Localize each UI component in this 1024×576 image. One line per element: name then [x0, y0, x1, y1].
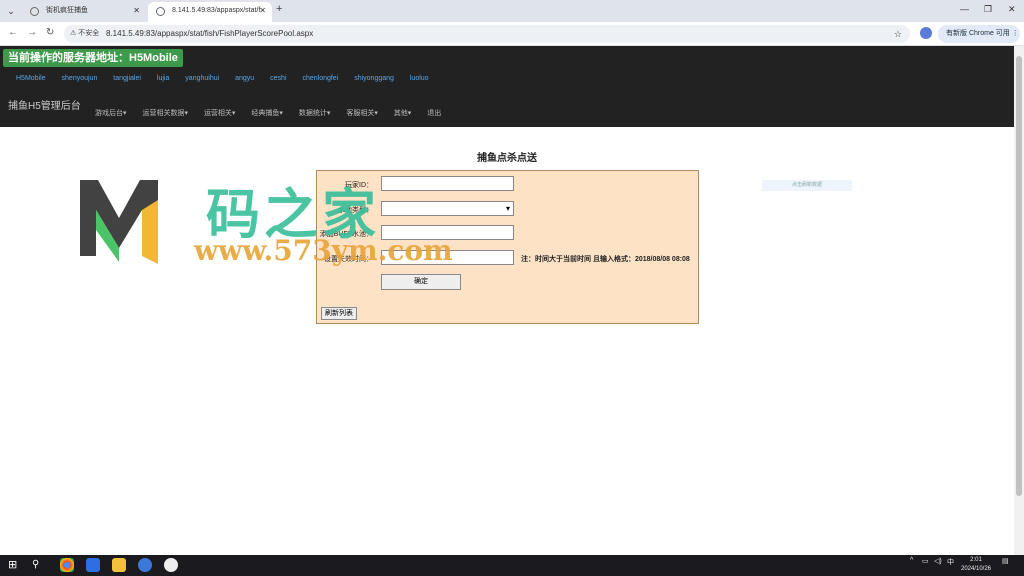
server-list: H5Mobile shenyoujun tangjialei lujia yan… [16, 75, 443, 82]
tab-globe-icon [156, 7, 165, 16]
url-text: 8.141.5.49:83/appaspx/stat/fish/FishPlay… [106, 29, 314, 38]
security-label: 不安全 [78, 30, 100, 37]
tab-search-icon[interactable]: ⌄ [4, 4, 18, 18]
tab-favicon-icon [30, 7, 39, 16]
reload-icon[interactable]: ↻ [46, 27, 54, 38]
server-link-ceshi[interactable]: ceshi [270, 75, 286, 82]
system-clock[interactable]: 2:01 2024/10/26 [958, 556, 994, 574]
watermark-url: www.573ym.com [194, 234, 453, 267]
page-content: 当前操作的服务器地址：H5Mobile H5Mobile shenyoujun … [0, 46, 1014, 555]
back-icon[interactable]: ← [8, 27, 18, 38]
chrome-icon[interactable] [60, 558, 74, 572]
page-title: 捕鱼点杀点送 [477, 153, 537, 164]
browser-tab-2[interactable]: 8.141.5.49:83/appaspx/stat/f ✕ [148, 2, 272, 22]
server-link-lujia[interactable]: lujia [157, 75, 169, 82]
browser-tab-bar: ⌄ 街机疯狂捕鱼 ✕ 8.141.5.49:83/appaspx/stat/f … [0, 0, 1024, 22]
browser-toolbar: ← → ↻ ⚠ 不安全 8.141.5.49:83/appaspx/stat/f… [0, 22, 1024, 46]
admin-brand[interactable]: 捕鱼H5管理后台 [8, 97, 81, 112]
menu-ops-data[interactable]: 运营相关数据▾ [142, 110, 188, 117]
browser-app-icon[interactable] [138, 558, 152, 572]
search-icon[interactable]: ⚲ [32, 558, 46, 572]
watermark-logo [80, 180, 158, 264]
server-link-luoluo[interactable]: luoluo [410, 75, 429, 82]
tab-close-icon[interactable]: ✕ [259, 2, 266, 20]
ime-indicator[interactable]: 中 [947, 557, 954, 567]
new-tab-icon[interactable]: + [276, 3, 282, 15]
refresh-hint[interactable]: 点击刷新数据 [762, 180, 852, 191]
qq-icon[interactable] [164, 558, 178, 572]
clock-date: 2024/10/26 [960, 566, 992, 572]
clock-time: 2:01 [970, 557, 982, 563]
network-icon[interactable]: ▭ [922, 557, 929, 565]
main-menu: 游戏后台▾ 运营相关数据▾ 运营相关▾ 经典捕鱼▾ 数据统计▾ 客服相关▾ 其他… [95, 108, 455, 118]
minimize-icon[interactable]: — [960, 4, 969, 14]
chrome-update-button[interactable]: 有新版 Chrome 可用 ⋮ [938, 25, 1020, 43]
file-explorer-icon[interactable] [112, 558, 126, 572]
confirm-button[interactable]: 确定 [381, 274, 461, 290]
menu-customer-service[interactable]: 客服相关▾ [346, 110, 378, 117]
browser-tab-1[interactable]: 街机疯狂捕鱼 ✕ [22, 2, 146, 22]
window-close-icon[interactable]: ✕ [1008, 4, 1016, 15]
server-link-tangjialei[interactable]: tangjialei [113, 75, 141, 82]
server-link-h5mobile[interactable]: H5Mobile [16, 75, 46, 82]
notification-icon[interactable]: ▤ [1002, 557, 1009, 565]
scrollbar-thumb[interactable] [1016, 56, 1022, 496]
menu-game-admin[interactable]: 游戏后台▾ [95, 110, 127, 117]
page-scrollbar[interactable] [1014, 46, 1024, 555]
server-link-angyu[interactable]: angyu [235, 75, 254, 82]
address-bar[interactable]: ⚠ 不安全 8.141.5.49:83/appaspx/stat/fish/Fi… [64, 25, 910, 43]
admin-header: 当前操作的服务器地址：H5Mobile H5Mobile shenyoujun … [0, 46, 1014, 127]
menu-classic-fishing[interactable]: 经典捕鱼▾ [251, 110, 283, 117]
server-link-yanghuihui[interactable]: yanghuihui [185, 75, 219, 82]
app-icon[interactable] [86, 558, 100, 572]
tab-close-icon[interactable]: ✕ [133, 2, 140, 20]
tab-title: 8.141.5.49:83/appaspx/stat/f [172, 7, 261, 14]
server-link-chenlongfei[interactable]: chenlongfei [302, 75, 338, 82]
volume-icon[interactable]: ◁) [934, 557, 942, 565]
update-label: 有新版 Chrome 可用 [946, 30, 1010, 37]
server-banner: 当前操作的服务器地址：H5Mobile [3, 49, 183, 67]
forward-icon[interactable]: → [27, 27, 37, 38]
expire-time-note: 注：时间大于当前时间 且输入格式：2018/08/08 08:08 [521, 256, 690, 263]
watermark: 码之家 www.573ym.com [76, 170, 456, 270]
bookmark-star-icon[interactable]: ☆ [894, 25, 902, 43]
server-link-shenyoujun[interactable]: shenyoujun [62, 75, 98, 82]
restore-icon[interactable]: ❐ [984, 4, 992, 15]
menu-statistics[interactable]: 数据统计▾ [299, 110, 331, 117]
menu-ops[interactable]: 运营相关▾ [204, 110, 236, 117]
windows-start-icon[interactable]: ⊞ [8, 558, 22, 572]
server-link-shiyonggang[interactable]: shiyonggang [354, 75, 394, 82]
refresh-list-button[interactable]: 刷新列表 [321, 307, 357, 320]
menu-logout[interactable]: 退出 [427, 110, 441, 117]
taskbar: ⊞ ⚲ ^ ▭ ◁) 中 2:01 2024/10/26 ▤ [0, 555, 1024, 576]
tab-title: 街机疯狂捕鱼 [46, 7, 88, 14]
menu-other[interactable]: 其他▾ [394, 110, 412, 117]
profile-avatar[interactable] [920, 27, 932, 39]
tray-chevron-icon[interactable]: ^ [910, 557, 913, 564]
security-warning[interactable]: ⚠ 不安全 [70, 25, 99, 43]
